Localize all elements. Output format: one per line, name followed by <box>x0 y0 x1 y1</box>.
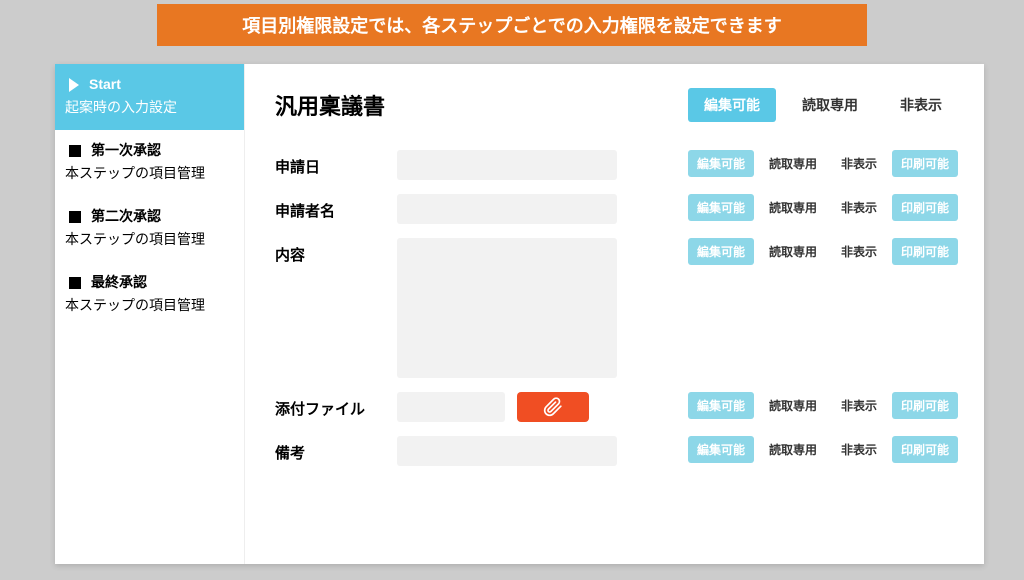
sidebar-item-subtitle: 本ステップの項目管理 <box>65 295 234 316</box>
opt-readonly[interactable]: 読取専用 <box>760 238 826 265</box>
sidebar-item-approval1[interactable]: 第一次承認 本ステップの項目管理 <box>55 130 244 196</box>
top-hidden-button[interactable]: 非表示 <box>884 88 958 122</box>
opt-print[interactable]: 印刷可能 <box>892 238 958 265</box>
field-label: 内容 <box>275 238 385 265</box>
field-input[interactable] <box>397 436 617 466</box>
opt-edit[interactable]: 編集可能 <box>688 392 754 419</box>
permission-group: 編集可能 読取専用 非表示 印刷可能 <box>688 436 958 463</box>
sidebar-item-title: Start <box>89 74 121 95</box>
opt-hidden[interactable]: 非表示 <box>832 238 886 265</box>
opt-readonly[interactable]: 読取専用 <box>760 392 826 419</box>
sidebar-item-title: 第二次承認 <box>91 206 161 227</box>
opt-print[interactable]: 印刷可能 <box>892 150 958 177</box>
field-input[interactable] <box>397 150 617 180</box>
sidebar-item-start[interactable]: Start 起案時の入力設定 <box>55 64 244 130</box>
info-banner: 項目別権限設定では、各ステップごとでの入力権限を設定できます <box>157 4 867 46</box>
opt-print[interactable]: 印刷可能 <box>892 392 958 419</box>
opt-print[interactable]: 印刷可能 <box>892 194 958 221</box>
permission-group: 編集可能 読取専用 非表示 印刷可能 <box>688 392 958 419</box>
permission-group: 編集可能 読取専用 非表示 印刷可能 <box>688 194 958 221</box>
field-label: 備考 <box>275 436 385 463</box>
field-row: 申請者名 編集可能 読取専用 非表示 印刷可能 <box>275 194 958 224</box>
page-title: 汎用稟議書 <box>275 89 385 121</box>
paperclip-icon <box>543 397 563 417</box>
field-label: 添付ファイル <box>275 392 385 419</box>
play-icon <box>69 78 79 92</box>
sidebar-item-approval2[interactable]: 第二次承認 本ステップの項目管理 <box>55 196 244 262</box>
top-readonly-button[interactable]: 読取専用 <box>786 88 874 122</box>
opt-hidden[interactable]: 非表示 <box>832 392 886 419</box>
opt-hidden[interactable]: 非表示 <box>832 436 886 463</box>
opt-edit[interactable]: 編集可能 <box>688 194 754 221</box>
opt-readonly[interactable]: 読取専用 <box>760 194 826 221</box>
square-icon <box>69 211 81 223</box>
main-panel: 汎用稟議書 編集可能 読取専用 非表示 申請日 編集可能 読取専用 非表示 印刷… <box>245 64 984 564</box>
field-row: 備考 編集可能 読取専用 非表示 印刷可能 <box>275 436 958 466</box>
opt-edit[interactable]: 編集可能 <box>688 150 754 177</box>
top-button-group: 編集可能 読取専用 非表示 <box>688 88 958 122</box>
opt-edit[interactable]: 編集可能 <box>688 436 754 463</box>
main-header: 汎用稟議書 編集可能 読取専用 非表示 <box>275 88 958 122</box>
opt-edit[interactable]: 編集可能 <box>688 238 754 265</box>
square-icon <box>69 145 81 157</box>
sidebar-item-title: 第一次承認 <box>91 140 161 161</box>
permission-group: 編集可能 読取専用 非表示 印刷可能 <box>688 238 958 265</box>
field-row: 内容 編集可能 読取専用 非表示 印刷可能 <box>275 238 958 378</box>
opt-hidden[interactable]: 非表示 <box>832 150 886 177</box>
fields-list: 申請日 編集可能 読取専用 非表示 印刷可能 申請者名 編集可能 読取専用 非表… <box>275 150 958 466</box>
opt-hidden[interactable]: 非表示 <box>832 194 886 221</box>
field-input[interactable] <box>397 392 505 422</box>
opt-readonly[interactable]: 読取専用 <box>760 150 826 177</box>
opt-readonly[interactable]: 読取専用 <box>760 436 826 463</box>
sidebar: Start 起案時の入力設定 第一次承認 本ステップの項目管理 第二次承認 本ス… <box>55 64 245 564</box>
field-label: 申請日 <box>275 150 385 177</box>
field-row: 申請日 編集可能 読取専用 非表示 印刷可能 <box>275 150 958 180</box>
field-textarea[interactable] <box>397 238 617 378</box>
sidebar-item-final[interactable]: 最終承認 本ステップの項目管理 <box>55 262 244 328</box>
sidebar-item-subtitle: 起案時の入力設定 <box>65 97 234 118</box>
sidebar-item-title: 最終承認 <box>91 272 147 293</box>
sidebar-item-subtitle: 本ステップの項目管理 <box>65 163 234 184</box>
field-label: 申請者名 <box>275 194 385 221</box>
opt-print[interactable]: 印刷可能 <box>892 436 958 463</box>
attach-button[interactable] <box>517 392 589 422</box>
permission-group: 編集可能 読取専用 非表示 印刷可能 <box>688 150 958 177</box>
field-row: 添付ファイル 編集可能 読取専用 非表示 印刷可能 <box>275 392 958 422</box>
field-input[interactable] <box>397 194 617 224</box>
top-edit-button[interactable]: 編集可能 <box>688 88 776 122</box>
sidebar-item-subtitle: 本ステップの項目管理 <box>65 229 234 250</box>
app-container: Start 起案時の入力設定 第一次承認 本ステップの項目管理 第二次承認 本ス… <box>55 64 984 564</box>
square-icon <box>69 277 81 289</box>
